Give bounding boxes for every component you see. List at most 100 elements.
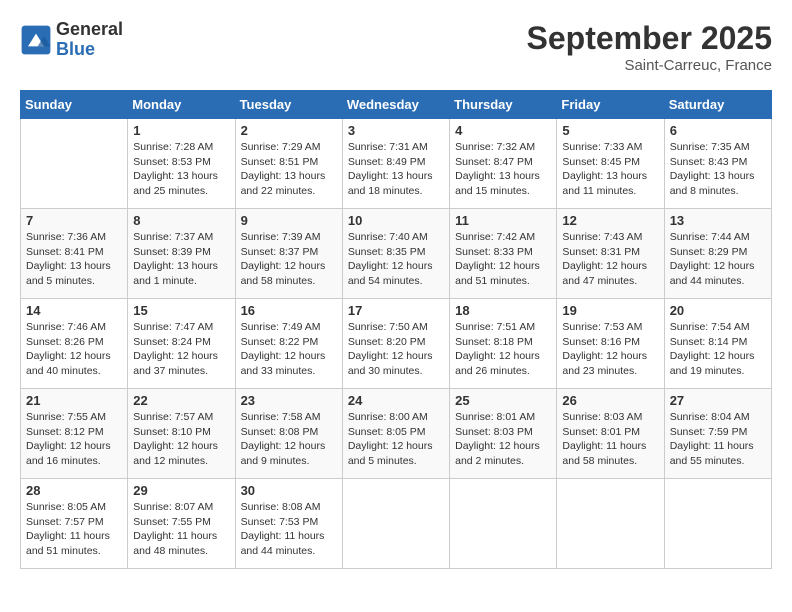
calendar-cell — [557, 479, 664, 569]
day-number: 2 — [241, 123, 337, 138]
cell-info: Sunrise: 8:01 AM Sunset: 8:03 PM Dayligh… — [455, 410, 551, 469]
day-number: 9 — [241, 213, 337, 228]
cell-info: Sunrise: 7:53 AM Sunset: 8:16 PM Dayligh… — [562, 320, 658, 379]
calendar-cell: 27 Sunrise: 8:04 AM Sunset: 7:59 PM Dayli… — [664, 389, 771, 479]
calendar-cell: 7 Sunrise: 7:36 AM Sunset: 8:41 PM Daylig… — [21, 209, 128, 299]
day-number: 8 — [133, 213, 229, 228]
calendar-week-row: 14 Sunrise: 7:46 AM Sunset: 8:26 PM Dayli… — [21, 299, 772, 389]
cell-info: Sunrise: 7:54 AM Sunset: 8:14 PM Dayligh… — [670, 320, 766, 379]
calendar-cell: 15 Sunrise: 7:47 AM Sunset: 8:24 PM Dayli… — [128, 299, 235, 389]
cell-info: Sunrise: 7:33 AM Sunset: 8:45 PM Dayligh… — [562, 140, 658, 199]
day-number: 21 — [26, 393, 122, 408]
calendar-cell — [450, 479, 557, 569]
day-number: 16 — [241, 303, 337, 318]
calendar-day-header: Monday — [128, 91, 235, 119]
title-section: September 2025 Saint-Carreuc, France — [527, 20, 772, 74]
calendar-cell: 22 Sunrise: 7:57 AM Sunset: 8:10 PM Dayli… — [128, 389, 235, 479]
calendar-cell: 23 Sunrise: 7:58 AM Sunset: 8:08 PM Dayli… — [235, 389, 342, 479]
day-number: 1 — [133, 123, 229, 138]
day-number: 29 — [133, 483, 229, 498]
calendar-day-header: Friday — [557, 91, 664, 119]
calendar-cell: 6Sunrise: 7:35 AM Sunset: 8:43 PM Daylig… — [664, 119, 771, 209]
day-number: 5 — [562, 123, 658, 138]
cell-info: Sunrise: 7:47 AM Sunset: 8:24 PM Dayligh… — [133, 320, 229, 379]
calendar-cell: 14 Sunrise: 7:46 AM Sunset: 8:26 PM Dayli… — [21, 299, 128, 389]
cell-info: Sunrise: 8:04 AM Sunset: 7:59 PM Dayligh… — [670, 410, 766, 469]
cell-info: Sunrise: 7:32 AM Sunset: 8:47 PM Dayligh… — [455, 140, 551, 199]
day-number: 23 — [241, 393, 337, 408]
logo-general-text: General — [56, 20, 123, 40]
day-number: 26 — [562, 393, 658, 408]
calendar-cell — [21, 119, 128, 209]
calendar-cell: 12 Sunrise: 7:43 AM Sunset: 8:31 PM Dayli… — [557, 209, 664, 299]
logo-text: General Blue — [56, 20, 123, 60]
day-number: 19 — [562, 303, 658, 318]
logo-icon — [20, 24, 52, 56]
calendar-cell: 9 Sunrise: 7:39 AM Sunset: 8:37 PM Daylig… — [235, 209, 342, 299]
cell-info: Sunrise: 7:35 AM Sunset: 8:43 PM Dayligh… — [670, 140, 766, 199]
page-header: General Blue September 2025 Saint-Carreu… — [20, 20, 772, 74]
day-number: 13 — [670, 213, 766, 228]
cell-info: Sunrise: 7:36 AM Sunset: 8:41 PM Dayligh… — [26, 230, 122, 289]
calendar-cell: 30 Sunrise: 8:08 AM Sunset: 7:53 PM Dayli… — [235, 479, 342, 569]
calendar-cell: 20 Sunrise: 7:54 AM Sunset: 8:14 PM Dayli… — [664, 299, 771, 389]
calendar-cell: 18 Sunrise: 7:51 AM Sunset: 8:18 PM Dayli… — [450, 299, 557, 389]
day-number: 7 — [26, 213, 122, 228]
calendar-week-row: 1 Sunrise: 7:28 AM Sunset: 8:53 PM Daylig… — [21, 119, 772, 209]
calendar-cell: 16 Sunrise: 7:49 AM Sunset: 8:22 PM Dayli… — [235, 299, 342, 389]
day-number: 22 — [133, 393, 229, 408]
cell-info: Sunrise: 7:57 AM Sunset: 8:10 PM Dayligh… — [133, 410, 229, 469]
day-number: 18 — [455, 303, 551, 318]
calendar-cell: 28Sunrise: 8:05 AM Sunset: 7:57 PM Dayli… — [21, 479, 128, 569]
day-number: 20 — [670, 303, 766, 318]
calendar-week-row: 21 Sunrise: 7:55 AM Sunset: 8:12 PM Dayli… — [21, 389, 772, 479]
cell-info: Sunrise: 7:49 AM Sunset: 8:22 PM Dayligh… — [241, 320, 337, 379]
calendar-week-row: 7 Sunrise: 7:36 AM Sunset: 8:41 PM Daylig… — [21, 209, 772, 299]
logo-blue-text: Blue — [56, 40, 123, 60]
calendar-cell: 13Sunrise: 7:44 AM Sunset: 8:29 PM Dayli… — [664, 209, 771, 299]
cell-info: Sunrise: 8:00 AM Sunset: 8:05 PM Dayligh… — [348, 410, 444, 469]
calendar-day-header: Sunday — [21, 91, 128, 119]
cell-info: Sunrise: 8:03 AM Sunset: 8:01 PM Dayligh… — [562, 410, 658, 469]
cell-info: Sunrise: 7:42 AM Sunset: 8:33 PM Dayligh… — [455, 230, 551, 289]
day-number: 27 — [670, 393, 766, 408]
calendar-day-header: Saturday — [664, 91, 771, 119]
calendar-cell: 11Sunrise: 7:42 AM Sunset: 8:33 PM Dayli… — [450, 209, 557, 299]
cell-info: Sunrise: 7:51 AM Sunset: 8:18 PM Dayligh… — [455, 320, 551, 379]
calendar-table: SundayMondayTuesdayWednesdayThursdayFrid… — [20, 90, 772, 569]
calendar-cell — [664, 479, 771, 569]
cell-info: Sunrise: 7:43 AM Sunset: 8:31 PM Dayligh… — [562, 230, 658, 289]
day-number: 15 — [133, 303, 229, 318]
cell-info: Sunrise: 7:58 AM Sunset: 8:08 PM Dayligh… — [241, 410, 337, 469]
calendar-day-header: Tuesday — [235, 91, 342, 119]
calendar-week-row: 28Sunrise: 8:05 AM Sunset: 7:57 PM Dayli… — [21, 479, 772, 569]
day-number: 28 — [26, 483, 122, 498]
calendar-cell: 17 Sunrise: 7:50 AM Sunset: 8:20 PM Dayli… — [342, 299, 449, 389]
cell-info: Sunrise: 8:08 AM Sunset: 7:53 PM Dayligh… — [241, 500, 337, 559]
day-number: 10 — [348, 213, 444, 228]
calendar-cell: 1 Sunrise: 7:28 AM Sunset: 8:53 PM Daylig… — [128, 119, 235, 209]
cell-info: Sunrise: 8:07 AM Sunset: 7:55 PM Dayligh… — [133, 500, 229, 559]
logo: General Blue — [20, 20, 123, 60]
calendar-cell: 29 Sunrise: 8:07 AM Sunset: 7:55 PM Dayli… — [128, 479, 235, 569]
cell-info: Sunrise: 7:31 AM Sunset: 8:49 PM Dayligh… — [348, 140, 444, 199]
calendar-cell: 4Sunrise: 7:32 AM Sunset: 8:47 PM Daylig… — [450, 119, 557, 209]
cell-info: Sunrise: 7:28 AM Sunset: 8:53 PM Dayligh… — [133, 140, 229, 199]
cell-info: Sunrise: 7:37 AM Sunset: 8:39 PM Dayligh… — [133, 230, 229, 289]
cell-info: Sunrise: 7:46 AM Sunset: 8:26 PM Dayligh… — [26, 320, 122, 379]
cell-info: Sunrise: 7:50 AM Sunset: 8:20 PM Dayligh… — [348, 320, 444, 379]
day-number: 3 — [348, 123, 444, 138]
calendar-cell: 5 Sunrise: 7:33 AM Sunset: 8:45 PM Daylig… — [557, 119, 664, 209]
day-number: 17 — [348, 303, 444, 318]
day-number: 24 — [348, 393, 444, 408]
day-number: 14 — [26, 303, 122, 318]
day-number: 12 — [562, 213, 658, 228]
cell-info: Sunrise: 7:55 AM Sunset: 8:12 PM Dayligh… — [26, 410, 122, 469]
cell-info: Sunrise: 7:39 AM Sunset: 8:37 PM Dayligh… — [241, 230, 337, 289]
day-number: 30 — [241, 483, 337, 498]
calendar-header-row: SundayMondayTuesdayWednesdayThursdayFrid… — [21, 91, 772, 119]
calendar-cell: 8 Sunrise: 7:37 AM Sunset: 8:39 PM Daylig… — [128, 209, 235, 299]
location: Saint-Carreuc, France — [527, 57, 772, 74]
calendar-cell: 10Sunrise: 7:40 AM Sunset: 8:35 PM Dayli… — [342, 209, 449, 299]
day-number: 25 — [455, 393, 551, 408]
